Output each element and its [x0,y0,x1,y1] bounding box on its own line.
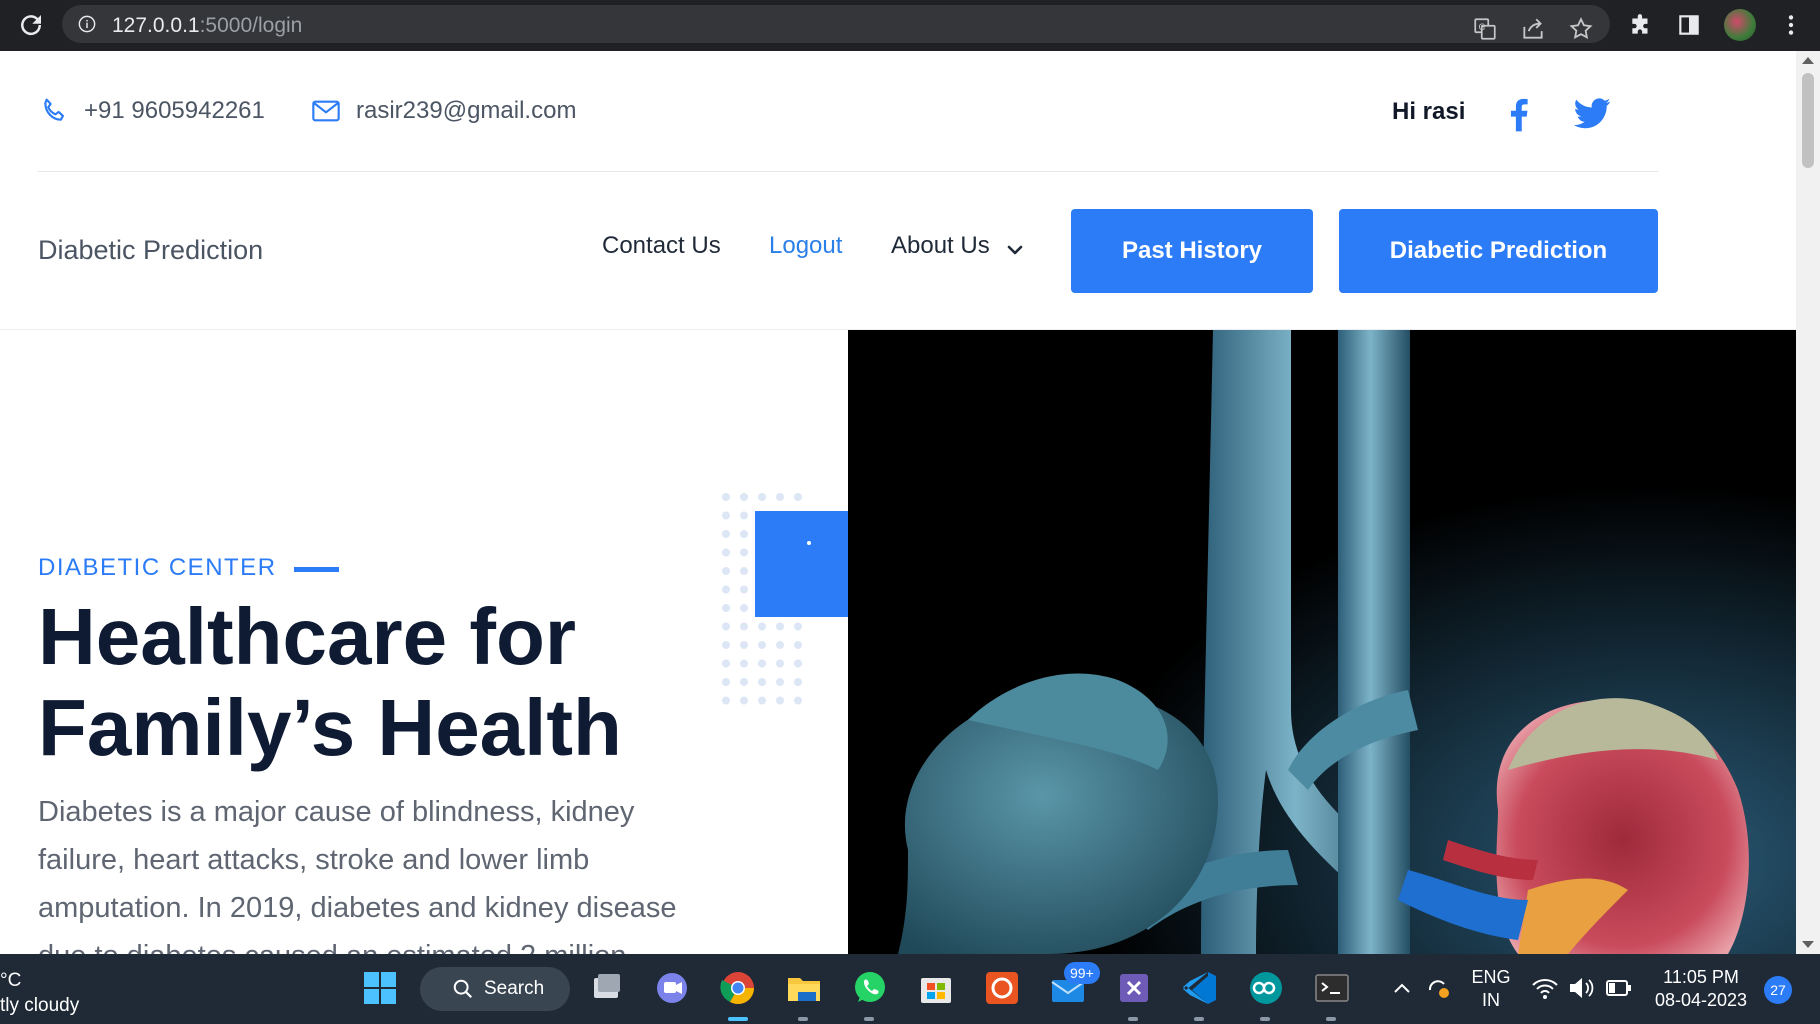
windows-taskbar: °C tly cloudy Search 99+ ENG IN 11:05 PM… [0,954,1820,1024]
reload-icon[interactable] [16,10,46,40]
contact-topbar: +91 9605942261 rasir239@gmail.com Hi ras… [0,51,1796,172]
side-panel-icon[interactable] [1676,12,1702,38]
hero-description: Diabetes is a major cause of blindness, … [38,796,677,954]
brand-logo-text[interactable]: Diabetic Prediction [38,235,263,266]
facebook-icon[interactable] [1497,91,1541,135]
explorer-running-indicator [798,1017,808,1021]
windows-start-icon[interactable] [360,968,400,1008]
microsoft-store-icon[interactable] [916,968,956,1008]
section-eyebrow: DIABETIC CENTER [38,554,277,581]
nav-logout[interactable]: Logout [769,232,842,260]
browser-toolbar: 127.0.0.1:5000/login G [0,0,1820,51]
share-icon[interactable] [1520,16,1546,42]
search-icon [453,979,473,999]
twitter-icon[interactable] [1570,91,1614,135]
address-bar[interactable]: 127.0.0.1:5000/login G [62,5,1610,43]
header-divider [38,171,1658,172]
weather-widget[interactable]: °C tly cloudy [0,968,79,1018]
svg-text:G: G [1479,23,1486,33]
extensions-puzzle-icon[interactable] [1628,12,1654,38]
hero-kidney-illustration [848,330,1796,954]
file-explorer-icon[interactable] [784,968,824,1008]
profile-avatar[interactable] [1724,9,1756,41]
orange-app-icon[interactable] [982,968,1022,1008]
email-address: rasir239@gmail.com [356,97,577,124]
diabetic-prediction-button[interactable]: Diabetic Prediction [1339,209,1658,293]
phone-contact[interactable]: +91 9605942261 [38,95,265,127]
user-greeting: Hi rasi [1392,98,1466,125]
tray-overflow-chevron-icon[interactable] [1390,968,1414,1008]
whatsapp-icon[interactable] [850,968,890,1008]
url-text: 127.0.0.1:5000/login [112,14,303,37]
phone-icon [44,98,64,121]
vscode-icon[interactable] [1180,968,1220,1008]
more-menu-icon[interactable] [1778,12,1804,38]
eyebrow-accent-line [294,567,339,572]
taskbar-search[interactable]: Search [420,967,570,1011]
terminal-running-indicator [1326,1017,1336,1021]
chrome-taskbar-icon[interactable] [718,968,758,1008]
bookmark-star-icon[interactable] [1568,16,1594,42]
page-scrollbar[interactable] [1796,51,1820,954]
vscode-running-indicator [1194,1017,1204,1021]
notification-count-badge[interactable]: 27 [1764,976,1792,1004]
past-history-button[interactable]: Past History [1071,209,1313,293]
sync-status-icon[interactable] [1422,968,1454,1008]
codetool-running-indicator [1128,1017,1138,1021]
chevron-down-icon[interactable] [1005,240,1025,260]
nav-contact-us[interactable]: Contact Us [602,232,721,260]
hero-title: Healthcare for Family’s Health [38,592,622,772]
arduino-running-indicator [1260,1017,1270,1021]
mail-icon [312,100,340,122]
wifi-icon[interactable] [1530,968,1560,1008]
task-view-icon[interactable] [586,968,626,1008]
translate-icon[interactable]: G [1472,16,1498,42]
chrome-active-indicator [728,1017,748,1021]
volume-icon[interactable] [1566,968,1596,1008]
clock[interactable]: 11:05 PM 08-04-2023 [1646,966,1756,1012]
scroll-up-arrow[interactable] [1802,57,1814,64]
page-viewport: +91 9605942261 rasir239@gmail.com Hi ras… [0,51,1796,954]
phone-number: +91 9605942261 [84,97,265,124]
nav-about-us[interactable]: About Us [891,232,990,260]
language-indicator[interactable]: ENG IN [1466,966,1516,1012]
scroll-down-arrow[interactable] [1802,941,1814,948]
terminal-icon[interactable] [1312,968,1352,1008]
whatsapp-running-indicator [864,1017,874,1021]
scrollbar-thumb[interactable] [1802,73,1814,168]
site-info-icon[interactable] [78,15,96,33]
mail-unread-badge: 99+ [1064,962,1100,984]
teams-chat-icon[interactable] [652,968,692,1008]
arduino-icon[interactable] [1246,968,1286,1008]
code-tool-icon[interactable] [1114,968,1154,1008]
battery-icon[interactable] [1604,968,1634,1008]
email-contact[interactable]: rasir239@gmail.com [310,95,576,127]
